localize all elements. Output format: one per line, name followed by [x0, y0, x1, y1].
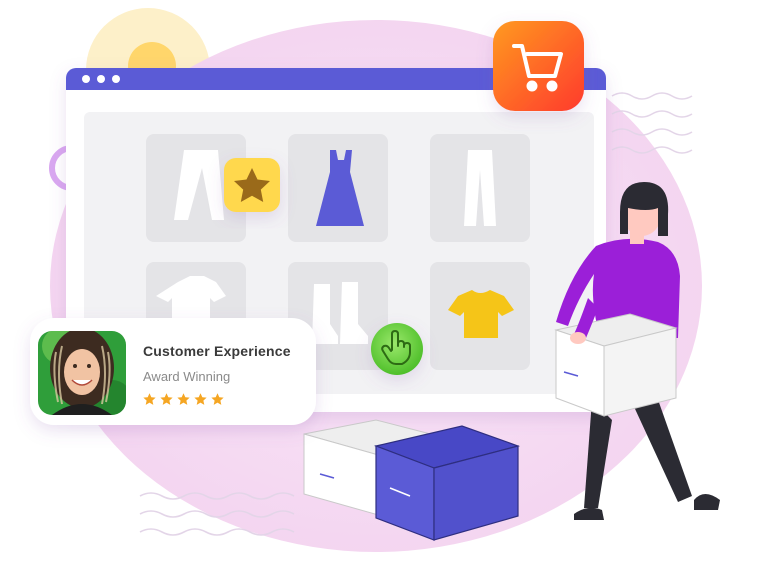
window-dot — [82, 75, 90, 83]
pointer-badge — [371, 323, 423, 375]
window-dot — [112, 75, 120, 83]
window-dot — [97, 75, 105, 83]
star-badge — [224, 158, 280, 212]
rating-stars — [142, 392, 227, 408]
rating-star-icon — [177, 393, 190, 405]
rating-star-icon — [194, 393, 207, 405]
rating-star-icon — [160, 393, 173, 405]
card-title: Customer Experience — [143, 343, 291, 359]
card-subtitle: Award Winning — [143, 369, 231, 384]
rating-star-icon — [211, 393, 224, 405]
rating-star-icon — [143, 393, 156, 405]
cart-badge — [493, 21, 584, 111]
scene-svg — [30, 8, 720, 552]
avatar — [38, 331, 126, 415]
illustration: Customer Experience Award Winning — [0, 0, 768, 572]
